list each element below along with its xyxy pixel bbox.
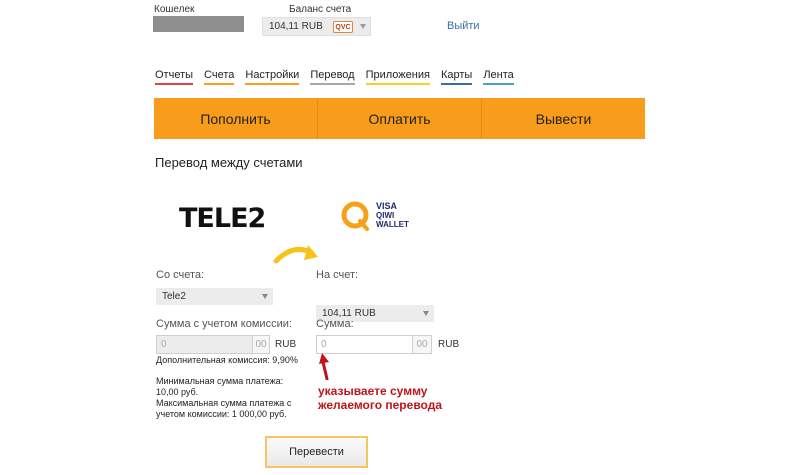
topup-button[interactable]: Пополнить bbox=[154, 98, 318, 139]
nav-item-apps[interactable]: Приложения bbox=[365, 69, 430, 85]
to-account-label: На счет: bbox=[316, 269, 359, 281]
balance-label: Баланс счета bbox=[289, 4, 352, 15]
nav-item-reports[interactable]: Отчеты bbox=[155, 69, 194, 85]
visa-text: VISA bbox=[376, 201, 398, 211]
logout-link[interactable]: Выйти bbox=[447, 20, 480, 32]
min-payment-text: Минимальная сумма платежа: 10,00 руб. bbox=[156, 376, 284, 397]
transfer-submit-button[interactable]: Перевести bbox=[265, 436, 368, 468]
nav-item-accounts[interactable]: Счета bbox=[204, 69, 235, 85]
nav-item-settings[interactable]: Настройки bbox=[245, 69, 300, 85]
sum-label: Сумма: bbox=[316, 318, 354, 330]
chevron-down-icon bbox=[262, 294, 268, 299]
hint-line-2: желаемого перевода bbox=[318, 398, 442, 412]
tele2-logo: TELE2 bbox=[179, 203, 266, 234]
from-account-select[interactable]: Tele2 bbox=[156, 288, 273, 305]
wallet-number-redacted bbox=[153, 16, 244, 32]
sum-with-fee-label: Сумма с учетом комиссии: bbox=[156, 318, 292, 330]
red-arrow-icon bbox=[319, 353, 329, 380]
max-payment-text: Максимальная сумма платежа с учетом коми… bbox=[156, 398, 292, 419]
sum-cents-input[interactable]: 00 bbox=[413, 335, 432, 354]
extra-fee-text: Дополнительная комиссия: 9,90% bbox=[156, 355, 298, 365]
qiwi-logo-icon bbox=[341, 201, 369, 231]
nav-item-feed[interactable]: Лента bbox=[483, 69, 514, 85]
nav-item-transfer[interactable]: Перевод bbox=[310, 69, 355, 85]
sum-hint-annotation: указываете сумму желаемого перевода bbox=[318, 384, 442, 412]
hint-line-1: указываете сумму bbox=[318, 384, 428, 398]
from-account-label: Со счета: bbox=[156, 269, 205, 281]
withdraw-button[interactable]: Вывести bbox=[482, 98, 645, 139]
chevron-down-icon bbox=[423, 311, 429, 316]
nav-item-cards[interactable]: Карты bbox=[440, 69, 473, 85]
main-nav: Отчеты Счета Настройки Перевод Приложени… bbox=[155, 69, 514, 85]
sum-currency: RUB bbox=[438, 339, 460, 350]
wallet-text: WALLET bbox=[376, 220, 409, 229]
qvc-badge: QVC bbox=[333, 21, 353, 33]
from-account-value: Tele2 bbox=[162, 291, 186, 302]
sum-with-fee-cents[interactable]: 00 bbox=[253, 335, 270, 354]
sum-with-fee-currency: RUB bbox=[275, 339, 297, 350]
wallet-label: Кошелек bbox=[154, 4, 195, 15]
qiwi-text: QIWI bbox=[376, 211, 395, 220]
balance-value: 104,11 RUB bbox=[269, 21, 323, 32]
pay-button[interactable]: Оплатить bbox=[318, 98, 482, 139]
qiwi-wallet-text: VISA QIWI WALLET bbox=[376, 201, 409, 230]
curved-arrow-icon bbox=[273, 245, 318, 264]
balance-select[interactable]: 104,11 RUB QVC bbox=[262, 17, 371, 36]
sum-with-fee-input[interactable]: 0 bbox=[156, 335, 253, 354]
page-title: Перевод между счетами bbox=[155, 155, 303, 170]
chevron-down-icon bbox=[360, 24, 366, 29]
action-bar: Пополнить Оплатить Вывести bbox=[154, 98, 645, 139]
